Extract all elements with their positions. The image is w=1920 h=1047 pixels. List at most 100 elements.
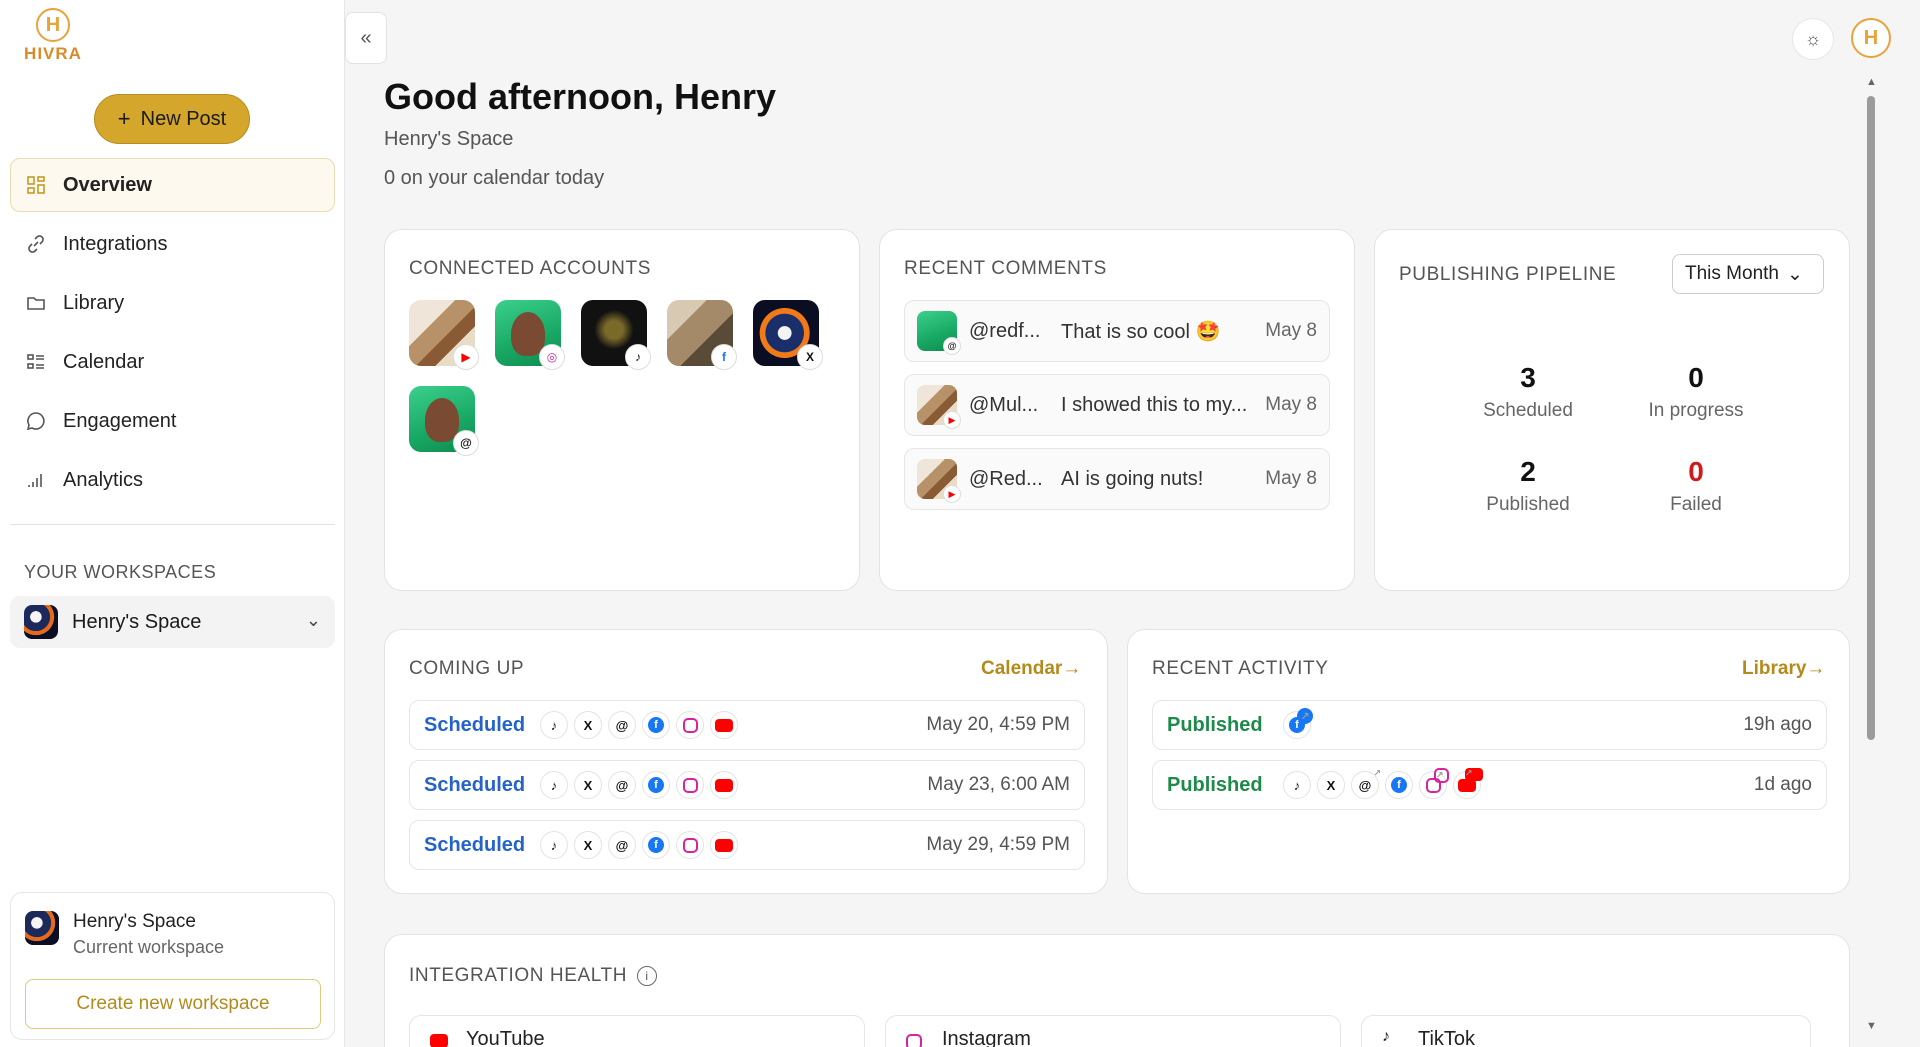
- workspace-selector[interactable]: Henry's Space ⌄: [10, 596, 335, 648]
- account-avatar-threads[interactable]: @: [409, 386, 479, 456]
- scroll-up-icon[interactable]: ▲: [1866, 76, 1877, 88]
- sidebar: H HIVRA + New Post Overview Integrations…: [0, 0, 345, 1047]
- link-label: Library: [1742, 658, 1807, 679]
- account-avatar-youtube[interactable]: ▶: [409, 300, 479, 370]
- recent-comments-card: RECENT COMMENTS @ @redf... That is so co…: [879, 229, 1355, 591]
- comment-item[interactable]: ▶ @Mul... I showed this to my... May 8: [904, 374, 1330, 436]
- activity-time: 19h ago: [1743, 714, 1812, 735]
- facebook-icon: f: [642, 711, 670, 739]
- stat-in-progress: 0 In progress: [1621, 362, 1771, 422]
- tiktok-icon: ♪: [540, 771, 568, 799]
- scheduled-post-row[interactable]: Scheduled ♪ X @ f May 23, 6:00 AM: [409, 760, 1085, 810]
- user-avatar[interactable]: H: [1851, 18, 1891, 58]
- youtube-icon[interactable]: ↗: [1453, 768, 1483, 799]
- sidebar-item-engagement[interactable]: Engagement: [10, 394, 335, 448]
- current-workspace-subtitle: Current workspace: [73, 937, 225, 957]
- calendar-today-summary: 0 on your calendar today: [384, 167, 605, 189]
- current-workspace-name: Henry's Space: [73, 911, 196, 932]
- platform-icons: ♪ X @ f: [540, 711, 738, 739]
- status-badge: Scheduled: [424, 773, 526, 796]
- sidebar-item-calendar[interactable]: Calendar: [10, 335, 335, 389]
- activity-row[interactable]: Published f ↗ 19h ago: [1152, 700, 1827, 750]
- sidebar-item-integrations[interactable]: Integrations: [10, 217, 335, 271]
- integration-instagram[interactable]: Instagram: [885, 1015, 1341, 1047]
- scheduled-post-row[interactable]: Scheduled ♪ X @ f May 20, 4:59 PM: [409, 700, 1085, 750]
- collapse-sidebar-button[interactable]: «: [345, 12, 387, 64]
- page-title: Good afternoon, Henry: [384, 76, 777, 117]
- stat-value: 0: [1688, 362, 1704, 393]
- comment-item[interactable]: ▶ @Red... AI is going nuts! May 8: [904, 448, 1330, 510]
- sidebar-item-label: Engagement: [63, 409, 177, 432]
- scrollbar[interactable]: ▲ ▼: [1864, 76, 1878, 1036]
- scheduled-time: May 23, 6:00 AM: [927, 774, 1070, 795]
- chevron-down-icon: ⌄: [305, 610, 321, 630]
- threads-icon[interactable]: @ ↗: [1351, 768, 1381, 799]
- stat-value: 0: [1688, 456, 1704, 487]
- integration-tiktok[interactable]: ♪ TikTok: [1361, 1015, 1811, 1047]
- sidebar-item-overview[interactable]: Overview: [10, 158, 335, 212]
- sidebar-item-analytics[interactable]: Analytics: [10, 453, 335, 507]
- youtube-icon: [710, 711, 738, 739]
- youtube-icon: [710, 831, 738, 859]
- brand-name: HIVRA: [24, 44, 82, 63]
- sidebar-item-library[interactable]: Library: [10, 276, 335, 330]
- external-link-icon: ↗: [1297, 708, 1313, 724]
- workspaces-heading: YOUR WORKSPACES: [24, 562, 217, 582]
- calendar-link[interactable]: Calendar→: [981, 658, 1081, 680]
- facebook-icon: f: [642, 831, 670, 859]
- create-workspace-button[interactable]: Create new workspace: [25, 979, 321, 1029]
- comment-text: AI is going nuts!: [1061, 467, 1204, 490]
- comment-text: That is so cool 🤩: [1061, 320, 1221, 343]
- activity-time: 1d ago: [1753, 774, 1812, 795]
- instagram-icon: [676, 771, 704, 799]
- integration-name: TikTok: [1418, 1028, 1476, 1047]
- scroll-down-icon[interactable]: ▼: [1866, 1020, 1877, 1032]
- facebook-icon: f: [1385, 771, 1413, 799]
- account-avatar-tiktok[interactable]: ♪: [581, 300, 651, 370]
- stat-label: Failed: [1670, 494, 1722, 515]
- new-post-button[interactable]: + New Post: [94, 94, 250, 144]
- library-link[interactable]: Library→: [1742, 658, 1825, 680]
- platform-icons: ♪ X @ f: [540, 831, 738, 859]
- comment-date: May 8: [1265, 394, 1317, 415]
- chevron-down-icon: ⌄: [1786, 263, 1803, 285]
- instagram-icon: [906, 1034, 922, 1047]
- commenter-avatar: ▶: [917, 385, 961, 429]
- instagram-icon: [676, 711, 704, 739]
- x-icon: X: [797, 344, 823, 370]
- stat-value: 2: [1520, 456, 1536, 487]
- integration-youtube[interactable]: YouTube: [409, 1015, 865, 1047]
- activity-row[interactable]: Published ♪ X @ ↗ f ↗ ↗ 1d ago: [1152, 760, 1827, 810]
- hivra-logo[interactable]: H HIVRA: [18, 8, 88, 64]
- external-link-icon: ↗: [1465, 768, 1483, 781]
- x-icon: X: [574, 711, 602, 739]
- account-avatar-facebook[interactable]: f: [667, 300, 737, 370]
- hivra-logo-icon: H: [36, 8, 70, 42]
- tiktok-icon: ♪: [540, 711, 568, 739]
- scrollbar-thumb[interactable]: [1867, 96, 1875, 740]
- account-avatar-instagram[interactable]: ◎: [495, 300, 565, 370]
- scheduled-time: May 29, 4:59 PM: [926, 834, 1070, 855]
- youtube-icon: ▶: [453, 344, 479, 370]
- card-title: PUBLISHING PIPELINE: [1399, 264, 1617, 285]
- tiktok-icon: ♪: [540, 831, 568, 859]
- time-range-select[interactable]: This Month ⌄: [1672, 254, 1824, 294]
- comment-item[interactable]: @ @redf... That is so cool 🤩 May 8: [904, 300, 1330, 362]
- theme-toggle-button[interactable]: ☼: [1792, 18, 1834, 60]
- publishing-pipeline-card: PUBLISHING PIPELINE This Month ⌄ 3 Sched…: [1374, 229, 1850, 591]
- account-avatar-x[interactable]: X: [753, 300, 823, 370]
- stat-scheduled: 3 Scheduled: [1453, 362, 1603, 422]
- coming-up-card: COMING UP Calendar→ Scheduled ♪ X @ f Ma…: [384, 629, 1108, 894]
- sun-icon: ☼: [1804, 28, 1822, 49]
- facebook-icon: f: [711, 344, 737, 370]
- comment-text: I showed this to my...: [1061, 393, 1248, 416]
- current-workspace-card: Henry's Space Current workspace Create n…: [10, 892, 335, 1040]
- scheduled-post-row[interactable]: Scheduled ♪ X @ f May 29, 4:59 PM: [409, 820, 1085, 870]
- facebook-icon[interactable]: f ↗: [1283, 708, 1313, 739]
- instagram-icon[interactable]: ↗: [1419, 768, 1449, 799]
- info-icon[interactable]: i: [637, 966, 658, 986]
- sidebar-item-label: Calendar: [63, 350, 145, 373]
- youtube-icon: ▶: [943, 485, 961, 503]
- status-badge: Published: [1167, 773, 1263, 796]
- card-title: COMING UP: [409, 658, 525, 679]
